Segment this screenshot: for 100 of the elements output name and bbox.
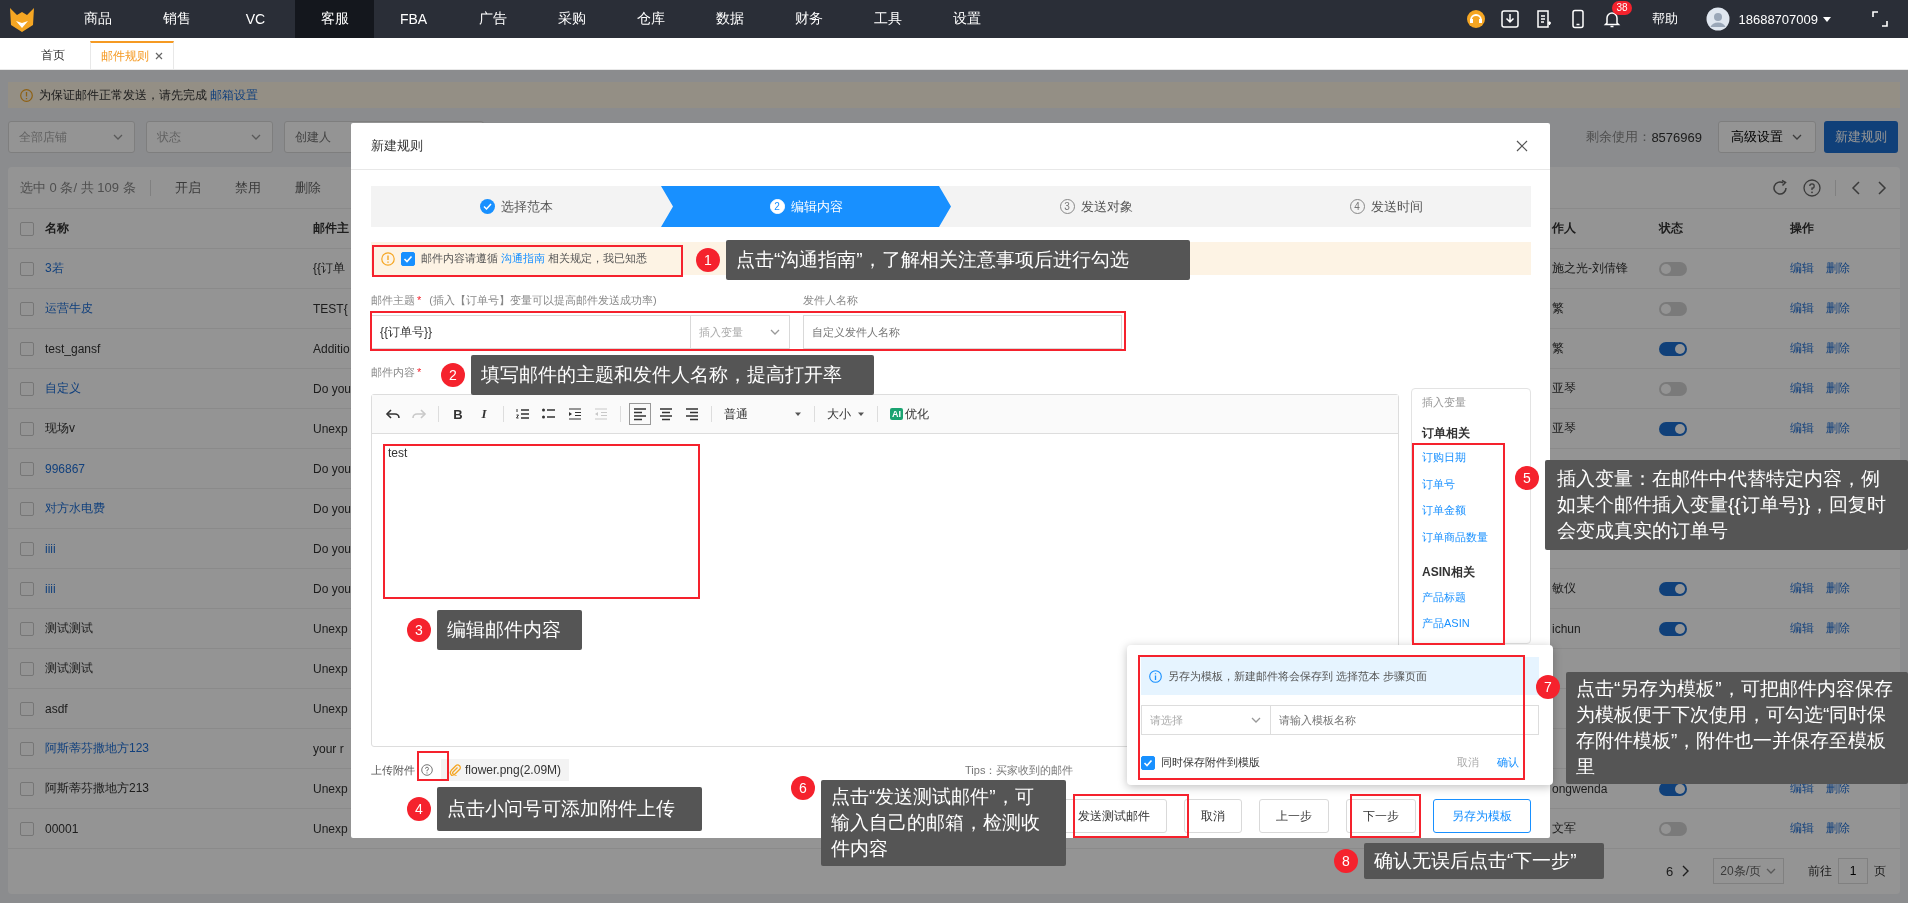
download-icon[interactable]: [1500, 9, 1521, 29]
dialog-button[interactable]: 下一步: [1346, 799, 1416, 833]
checkbox[interactable]: [20, 781, 34, 796]
format-dropdown[interactable]: 大小: [823, 405, 869, 423]
nav-menu-item[interactable]: 数据: [690, 0, 769, 38]
editor-body[interactable]: test: [372, 434, 1398, 472]
cancel-link[interactable]: 取消: [1457, 755, 1479, 770]
checkbox[interactable]: [20, 461, 34, 476]
action-link[interactable]: 删除: [1826, 380, 1850, 397]
checkbox[interactable]: [20, 501, 34, 516]
action-link[interactable]: 编辑: [1790, 340, 1814, 357]
support-icon[interactable]: [1466, 9, 1487, 29]
checkbox[interactable]: [20, 421, 34, 436]
nav-menu-item[interactable]: 销售: [137, 0, 216, 38]
action-link[interactable]: 删除: [1826, 580, 1850, 597]
checkbox[interactable]: [20, 341, 34, 356]
new-rule-button[interactable]: 新建规则: [1824, 121, 1898, 153]
nav-menu-item[interactable]: FBA: [374, 0, 453, 38]
checkbox[interactable]: [20, 701, 34, 716]
status-toggle[interactable]: [1659, 821, 1687, 836]
dialog-button[interactable]: 上一步: [1259, 799, 1329, 833]
nav-menu-item[interactable]: 工具: [848, 0, 927, 38]
variable-link[interactable]: 产品标题: [1422, 584, 1520, 611]
help-icon[interactable]: [1803, 178, 1821, 197]
nav-menu-item[interactable]: 商品: [58, 0, 137, 38]
status-toggle[interactable]: [1659, 381, 1687, 396]
action-link[interactable]: 删除: [1826, 260, 1850, 277]
action-link[interactable]: 删除: [1826, 420, 1850, 437]
variable-link[interactable]: 订单商品数量: [1422, 523, 1520, 551]
checkbox[interactable]: [20, 661, 34, 676]
rule-name-link[interactable]: 运营牛皮: [45, 300, 93, 317]
italic-button[interactable]: I: [473, 403, 495, 425]
nav-menu-item[interactable]: 财务: [769, 0, 848, 38]
checkbox[interactable]: [20, 261, 34, 276]
attachment-chip[interactable]: flower.png(2.09M): [441, 759, 570, 781]
guide-link[interactable]: 沟通指南: [501, 252, 546, 264]
action-link[interactable]: 编辑: [1790, 380, 1814, 397]
checkbox[interactable]: [20, 621, 34, 636]
dialog-button[interactable]: 另存为模板: [1433, 799, 1531, 833]
bulk-action-button[interactable]: 删除: [284, 178, 331, 197]
action-link[interactable]: 删除: [1826, 300, 1850, 317]
rule-name-link[interactable]: 996867: [45, 461, 86, 476]
status-toggle[interactable]: [1659, 261, 1687, 276]
close-icon[interactable]: [1516, 140, 1528, 152]
checkbox[interactable]: [20, 381, 34, 396]
status-toggle[interactable]: [1659, 621, 1687, 636]
checkbox[interactable]: [20, 221, 34, 236]
status-toggle[interactable]: [1659, 341, 1687, 356]
checkbox[interactable]: [1141, 755, 1155, 770]
checkbox[interactable]: [20, 741, 34, 756]
rule-name-link[interactable]: 自定义: [45, 380, 81, 397]
nav-menu-item[interactable]: 设置: [927, 0, 1006, 38]
caret-icon[interactable]: [1822, 14, 1832, 24]
help-link[interactable]: 帮助: [1652, 10, 1679, 28]
user-name[interactable]: 18688707009: [1738, 11, 1818, 27]
action-link[interactable]: 编辑: [1790, 300, 1814, 317]
checkbox[interactable]: [20, 581, 34, 596]
action-link[interactable]: 删除: [1826, 340, 1850, 357]
rule-name-link[interactable]: iiii: [45, 541, 56, 556]
advanced-settings-button[interactable]: 高级设置: [1718, 121, 1816, 153]
confirm-link[interactable]: 确认: [1497, 755, 1519, 770]
variable-link[interactable]: 产品ASIN: [1422, 610, 1520, 637]
status-toggle[interactable]: [1659, 421, 1687, 436]
help-icon[interactable]: [421, 764, 433, 776]
align-left-button[interactable]: [629, 403, 651, 425]
refresh-icon[interactable]: [1771, 178, 1789, 197]
checkbox[interactable]: [20, 541, 34, 556]
optimize-button[interactable]: AI 优化: [886, 405, 933, 423]
bulk-action-button[interactable]: 开启: [164, 178, 211, 197]
variable-link[interactable]: 订单金额: [1422, 497, 1520, 524]
action-link[interactable]: 编辑: [1790, 260, 1814, 277]
nav-menu-item[interactable]: VC: [216, 0, 295, 38]
rule-name-link[interactable]: 阿斯蒂芬撒地方123: [45, 740, 150, 757]
nav-menu-item[interactable]: 客服: [295, 0, 374, 38]
chevron-right-icon[interactable]: [1876, 179, 1888, 196]
action-link[interactable]: 编辑: [1790, 420, 1814, 437]
rule-name-link[interactable]: 3若: [45, 260, 64, 277]
rule-name-link[interactable]: 对方水电费: [45, 500, 105, 517]
page-button[interactable]: 6: [1660, 863, 1680, 879]
nav-menu-item[interactable]: 采购: [532, 0, 611, 38]
template-select[interactable]: 请选择: [1141, 705, 1271, 735]
page-tab[interactable]: 邮件规则: [90, 41, 174, 69]
template-name-field[interactable]: 请输入模板名称: [1271, 705, 1539, 735]
nav-menu-item[interactable]: 广告: [453, 0, 532, 38]
mailbox-settings-link[interactable]: 邮箱设置: [210, 87, 259, 102]
close-icon[interactable]: [155, 52, 163, 60]
bulk-action-button[interactable]: 禁用: [224, 178, 271, 197]
page-field[interactable]: 1: [1838, 858, 1868, 884]
action-link[interactable]: 编辑: [1790, 580, 1814, 597]
checkbox[interactable]: [401, 251, 415, 266]
checkbox[interactable]: [20, 821, 34, 836]
avatar-icon[interactable]: [1706, 7, 1731, 31]
checkbox[interactable]: [20, 301, 34, 316]
nav-menu-item[interactable]: 仓库: [611, 0, 690, 38]
status-toggle[interactable]: [1659, 581, 1687, 596]
fullscreen-icon[interactable]: [1872, 11, 1888, 27]
action-link[interactable]: 删除: [1826, 820, 1850, 837]
bell-icon[interactable]: [1602, 9, 1623, 29]
action-link[interactable]: 编辑: [1790, 620, 1814, 637]
action-link[interactable]: 删除: [1826, 620, 1850, 637]
